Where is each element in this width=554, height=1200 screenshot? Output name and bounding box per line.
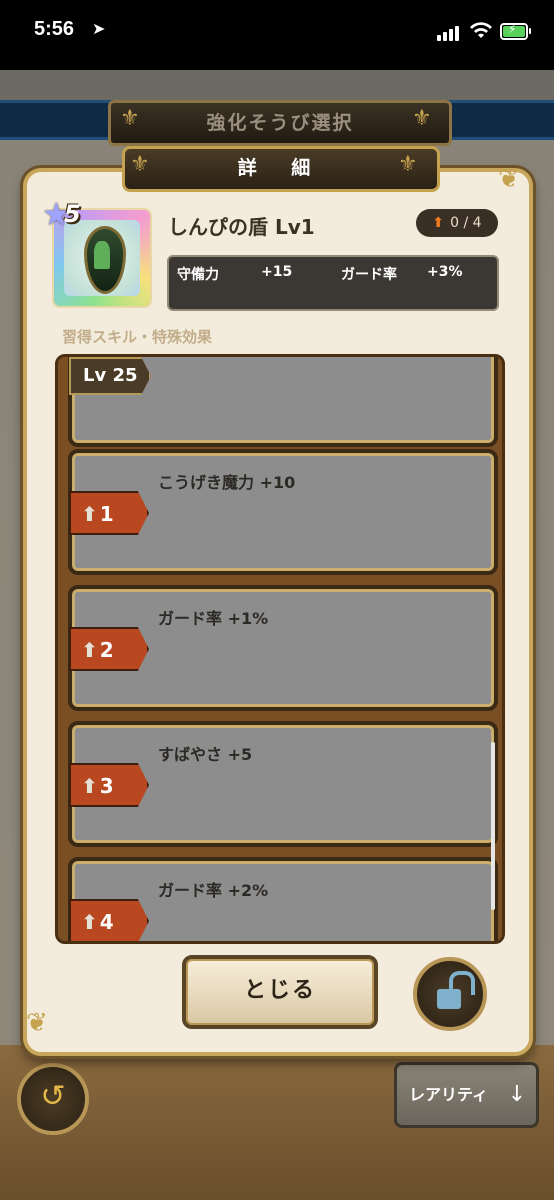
upgrade-tag: ⬆ 4 [69, 899, 149, 941]
shield-icon [84, 226, 126, 294]
status-time: 5:56 [34, 18, 75, 40]
battery-charging-icon: ⚡ [500, 22, 531, 40]
up-arrow-icon: ⬆ [81, 638, 98, 662]
up-arrow-icon: ⬆ [81, 910, 98, 934]
upgrade-arrow-icon: ⬆ [432, 215, 445, 231]
ornament-icon: ⚜ [412, 106, 432, 131]
rarity-stars: 5 [64, 200, 81, 228]
cellular-signal-icon [437, 22, 461, 41]
skill-text: ガード率 +1% [158, 609, 269, 628]
level-tag: Lv 25 [69, 357, 151, 395]
up-arrow-icon: ⬆ [81, 502, 98, 526]
status-bar: 5:56 ➤ ⚡ [0, 0, 554, 70]
close-button[interactable]: とじる [182, 955, 378, 1029]
ornament-icon: ⚜ [398, 152, 418, 177]
upgrade-tag: ⬆ 3 [69, 763, 149, 807]
skill-text: こうげき魔力 +10 [158, 473, 296, 492]
rarity-sort-button[interactable]: レアリティ [394, 1062, 503, 1128]
skill-text: すばやさ +5 [158, 745, 253, 764]
stat-value: +15 [261, 264, 293, 280]
corner-ornament-icon: ❦ [498, 164, 520, 194]
back-arrow-icon: ↺ [40, 1079, 66, 1114]
corner-ornament-icon: ❦ [26, 1008, 48, 1038]
skill-card: ガード率 +2% ⬆ 4 [68, 857, 498, 941]
skill-card: ガード率 +1% ⬆ 2 [68, 585, 498, 711]
stat-label: 守備力 [177, 267, 219, 283]
sort-order-button[interactable]: ↓ [498, 1062, 539, 1128]
dialog-title: 詳 細 [122, 146, 440, 192]
wifi-icon [470, 22, 492, 38]
sort-down-arrow-icon: ↓ [507, 1082, 527, 1107]
back-button[interactable]: ↺ [17, 1063, 89, 1135]
screen-title: 強化そうび選択 [108, 100, 452, 146]
ornament-icon: ⚜ [120, 106, 140, 131]
upgrade-count-badge: ⬆ 0 / 4 [416, 209, 498, 237]
stats-panel: 守備力 +15 ガード率 +3% [167, 255, 499, 311]
rarity-badge: ★ 5 [42, 198, 94, 230]
up-arrow-icon: ⬆ [81, 774, 98, 798]
location-arrow-icon: ➤ [92, 19, 106, 38]
upgrade-tag: ⬆ 2 [69, 627, 149, 671]
ornament-icon: ⚜ [130, 152, 150, 177]
lock-toggle-button[interactable] [413, 957, 487, 1031]
skill-card: すばやさ +5 ⬆ 3 [68, 721, 498, 847]
skill-card: こうげき魔力 +10 ⬆ 1 [68, 449, 498, 575]
item-name: しんぴの盾 Lv1 [168, 215, 315, 239]
skill-card: Lv 25 [68, 357, 498, 447]
skill-text: ガード率 +2% [158, 881, 269, 900]
section-label: 習得スキル・特殊効果 [62, 328, 213, 346]
skills-list[interactable]: Lv 25 こうげき魔力 +10 ⬆ 1 ガード率 +1% ⬆ 2 すばやさ +5 … [55, 354, 505, 944]
scrollbar[interactable] [491, 742, 495, 910]
upgrade-tag: ⬆ 1 [69, 491, 149, 535]
stat-value: +3% [427, 264, 463, 280]
stat-label: ガード率 [341, 267, 397, 283]
